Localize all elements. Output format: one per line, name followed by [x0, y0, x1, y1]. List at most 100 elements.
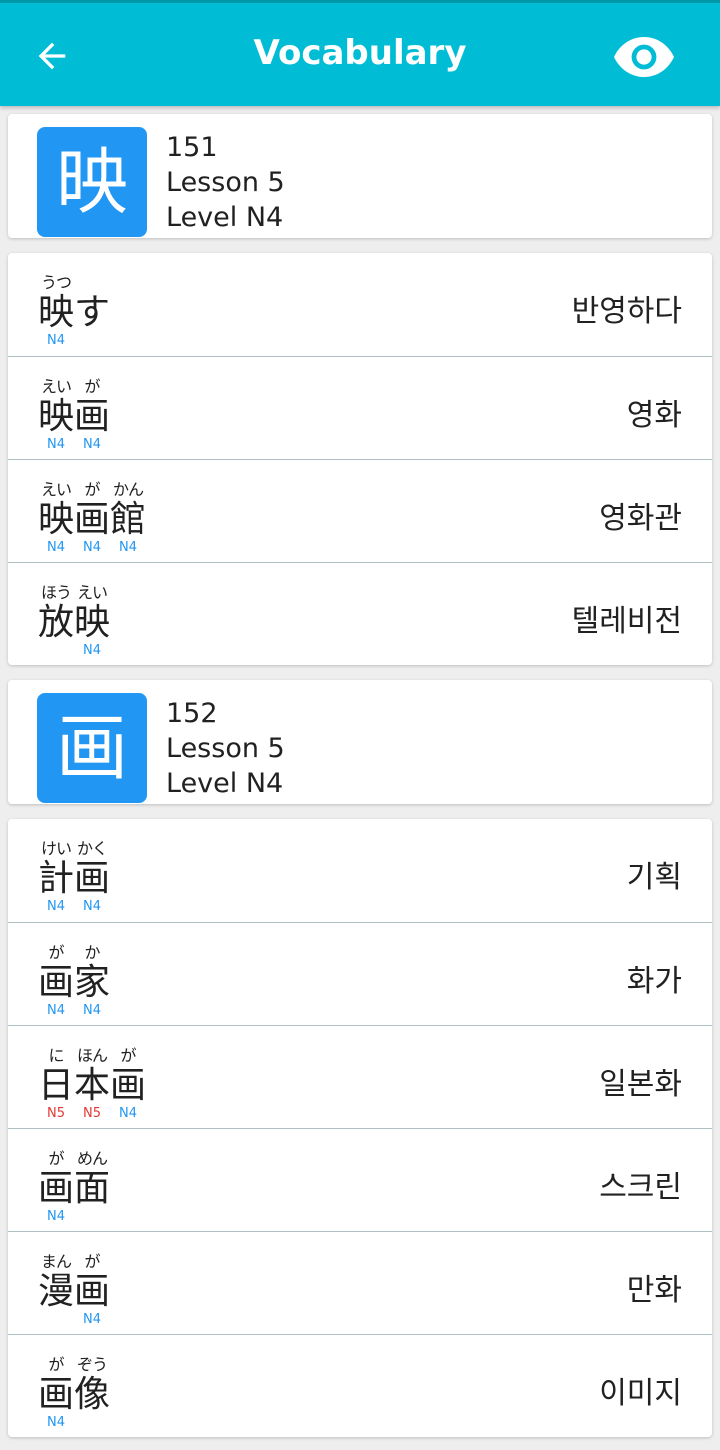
jlpt-level-label — [38, 643, 74, 659]
kanji-character: 画 — [38, 1168, 75, 1209]
furigana: が — [120, 1046, 136, 1065]
word-list-card: けい計 N4 かく画 N4 기획 が画 N4 か家 N4 화가 に日 N5 ほん本 N5 が画 N4 일본화 が画… — [8, 819, 712, 1437]
kanji-character: 画 — [74, 1271, 111, 1312]
word-row[interactable]: ほう放えい映 N4 텔레비전 — [8, 562, 712, 665]
jlpt-level-label: N4 — [83, 1312, 101, 1327]
kanji-info: 152 Lesson 5 Level N4 — [166, 696, 285, 801]
furigana: が — [84, 377, 100, 396]
jlpt-level-label: N4 — [83, 1003, 101, 1018]
jlpt-level-label — [74, 1209, 110, 1225]
jlpt-level-label: N4 — [83, 643, 101, 658]
kanji-character: 画 — [74, 858, 111, 899]
kanji-character: 放 — [38, 602, 75, 643]
word-character: が画 N4 — [74, 480, 110, 556]
word-list-card: うつ映 N4 す 반영하다 えい映 N4 が画 N4 영화 えい映 N4 が画 N4 かん館 N4 영화관 ほう… — [8, 253, 712, 665]
word-meaning: 일본화 — [599, 1067, 682, 1102]
kanji-tile: 画 — [37, 693, 147, 803]
word-character: けい計 N4 — [38, 839, 74, 915]
kanji-character: 画 — [110, 1065, 147, 1106]
kanji-character: 本 — [74, 1065, 111, 1106]
jlpt-level-label: N4 — [47, 1415, 65, 1430]
jlpt-level-label: N5 — [47, 1106, 65, 1121]
jlpt-level-label: N4 — [47, 333, 65, 348]
word-row[interactable]: が画 N4 めん面 스크린 — [8, 1128, 712, 1231]
kanji-character: 日 — [38, 1065, 75, 1106]
kanji-card[interactable]: 画 152 Lesson 5 Level N4 — [8, 680, 712, 804]
word-meaning: 기획 — [626, 860, 682, 895]
word-row[interactable]: えい映 N4 が画 N4 かん館 N4 영화관 — [8, 459, 712, 562]
furigana: が — [84, 1252, 100, 1271]
kanji-character: 家 — [74, 962, 111, 1003]
furigana: けい — [40, 839, 72, 858]
furigana: が — [84, 480, 100, 499]
word-row[interactable]: に日 N5 ほん本 N5 が画 N4 일본화 — [8, 1025, 712, 1128]
word-character: かく画 N4 — [74, 839, 110, 915]
kanji-character: 映 — [38, 499, 75, 540]
furigana: うつ — [40, 273, 72, 292]
word-row[interactable]: うつ映 N4 す 반영하다 — [8, 253, 712, 356]
word-row[interactable]: けい計 N4 かく画 N4 기획 — [8, 819, 712, 922]
jlpt-level-label: N4 — [47, 437, 65, 452]
japanese-word: えい映 N4 が画 N4 — [38, 377, 110, 453]
furigana: かく — [76, 839, 108, 858]
kanji-character: 映 — [38, 396, 75, 437]
word-character: まん漫 — [38, 1252, 74, 1328]
word-meaning: 반영하다 — [571, 294, 682, 329]
furigana: かん — [112, 480, 144, 499]
word-row[interactable]: が画 N4 か家 N4 화가 — [8, 922, 712, 1025]
japanese-word: えい映 N4 が画 N4 かん館 N4 — [38, 480, 146, 556]
jlpt-level-label: N4 — [83, 437, 101, 452]
furigana: が — [48, 1149, 64, 1168]
word-meaning: 영화관 — [599, 501, 682, 536]
word-meaning: 만화 — [626, 1273, 682, 1308]
kanji-character: 映 — [38, 292, 75, 333]
word-character: が画 N4 — [110, 1046, 146, 1122]
jlpt-level-label: N4 — [83, 540, 101, 555]
kanji-character: 漫 — [38, 1271, 75, 1312]
word-character: が画 N4 — [38, 1149, 74, 1225]
word-row[interactable]: が画 N4 ぞう像 이미지 — [8, 1334, 712, 1437]
furigana: まん — [40, 1252, 72, 1271]
kanji-number: 151 — [166, 132, 218, 163]
furigana: ぞう — [76, 1355, 108, 1374]
word-character: ほう放 — [38, 583, 74, 659]
kanji-card[interactable]: 映 151 Lesson 5 Level N4 — [8, 114, 712, 238]
app-bar: Vocabulary — [0, 0, 720, 106]
kanji-tile: 映 — [37, 127, 147, 237]
jlpt-level-label — [74, 333, 110, 349]
word-meaning: 스크린 — [599, 1170, 682, 1205]
kanji-level: Level N4 — [166, 768, 284, 799]
kanji-character: す — [74, 292, 111, 333]
word-character: ぞう像 — [74, 1355, 110, 1431]
kanji-character: 面 — [74, 1168, 111, 1209]
kanji-character: 像 — [74, 1374, 111, 1415]
word-row[interactable]: まん漫が画 N4 만화 — [8, 1231, 712, 1334]
word-character: に日 N5 — [38, 1046, 74, 1122]
kanji-character: 画 — [38, 1374, 75, 1415]
word-character: が画 N4 — [38, 1355, 74, 1431]
kanji-lesson: Lesson 5 — [166, 167, 285, 198]
word-character: えい映 N4 — [38, 480, 74, 556]
japanese-word: が画 N4 ぞう像 — [38, 1355, 110, 1431]
kanji-character: 計 — [38, 858, 75, 899]
furigana: めん — [76, 1149, 108, 1168]
furigana: ほん — [76, 1046, 108, 1065]
furigana: えい — [76, 583, 108, 602]
japanese-word: まん漫が画 N4 — [38, 1252, 110, 1328]
furigana: えい — [40, 480, 72, 499]
kanji-character: 映 — [74, 602, 111, 643]
word-character: が画 N4 — [74, 377, 110, 453]
furigana: えい — [40, 377, 72, 396]
word-row[interactable]: えい映 N4 が画 N4 영화 — [8, 356, 712, 459]
furigana: が — [48, 943, 64, 962]
japanese-word: ほう放えい映 N4 — [38, 583, 110, 659]
japanese-word: うつ映 N4 す — [38, 273, 110, 349]
visibility-icon[interactable] — [612, 35, 676, 79]
word-character: か家 N4 — [74, 943, 110, 1019]
kanji-character: 画 — [74, 396, 111, 437]
furigana: に — [48, 1046, 64, 1065]
word-meaning: 텔레비전 — [571, 604, 682, 639]
jlpt-level-label — [74, 1415, 110, 1431]
jlpt-level-label: N4 — [47, 1209, 65, 1224]
japanese-word: が画 N4 めん面 — [38, 1149, 110, 1225]
